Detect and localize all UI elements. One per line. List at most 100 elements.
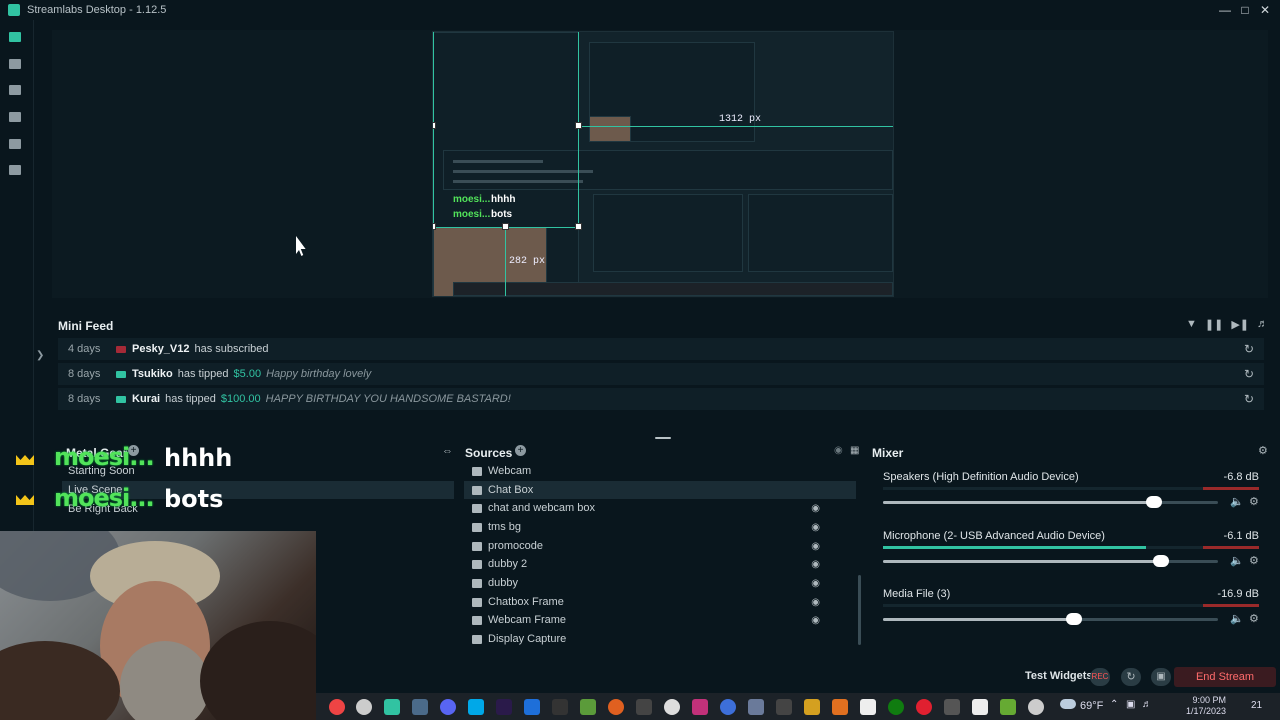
app-icon[interactable] [720, 699, 736, 715]
hidden-eye-icon[interactable]: ◉ [811, 541, 820, 552]
source-item[interactable]: Webcam [464, 462, 856, 480]
feed-action: has subscribed [194, 343, 269, 355]
skip-icon[interactable]: ▶❚ [1231, 318, 1249, 331]
sources-scrollbar[interactable] [858, 575, 861, 645]
source-item[interactable]: Display Capture [464, 630, 856, 648]
inner-chat-user: moesi... [453, 194, 491, 205]
taskbar-clock[interactable]: 9:00 PM 1/17/2023 [1164, 695, 1226, 717]
speaker-mute-icon[interactable]: 🔈 [1230, 612, 1244, 625]
webcam-icon [472, 466, 482, 476]
source-item[interactable]: tms bg ◉ [464, 518, 856, 536]
channel-settings-gear-icon[interactable]: ⚙ [1249, 554, 1259, 567]
close-icon[interactable]: ✕ [1257, 2, 1273, 18]
hide-all-icon[interactable]: ◉ [834, 445, 843, 456]
minimize-icon[interactable]: — [1217, 2, 1233, 18]
studio-mode-icon[interactable] [9, 85, 21, 95]
hidden-eye-icon[interactable]: ◉ [811, 578, 820, 589]
volume-tray-icon[interactable]: ♬ [1142, 699, 1152, 710]
app-icon[interactable] [860, 699, 876, 715]
hidden-eye-icon[interactable]: ◉ [811, 503, 820, 514]
app-icon[interactable] [804, 699, 820, 715]
volume-slider[interactable] [883, 496, 1218, 508]
settings-gear-icon[interactable] [1028, 699, 1044, 715]
tray-chevron-icon[interactable]: ⌃ [1110, 699, 1118, 710]
editor-icon[interactable] [9, 32, 21, 42]
speaker-mute-icon[interactable]: 🔈 [1230, 495, 1244, 508]
add-folder-icon[interactable]: ▦ [850, 445, 859, 456]
replay-icon[interactable]: ↻ [1244, 367, 1254, 381]
app-store-icon[interactable] [9, 139, 21, 149]
hidden-eye-icon[interactable]: ◉ [811, 522, 820, 533]
source-item[interactable]: dubby 2 ◉ [464, 555, 856, 573]
source-label: dubby 2 [488, 558, 528, 570]
hidden-eye-icon[interactable]: ◉ [811, 597, 820, 608]
weather-temperature[interactable]: 69°F [1080, 700, 1103, 712]
app-icon[interactable] [776, 699, 792, 715]
app-icon[interactable] [748, 699, 764, 715]
steam-icon[interactable] [412, 699, 428, 715]
app-icon[interactable] [692, 699, 708, 715]
replay-icon[interactable]: ↻ [1244, 342, 1254, 356]
malwarebytes-icon[interactable] [468, 699, 484, 715]
expand-chevron-icon[interactable]: ❯ [36, 350, 44, 361]
feed-item[interactable]: 8 days Kurai has tipped $100.00 HAPPY BI… [58, 388, 1264, 410]
source-item[interactable]: promocode ◉ [464, 537, 856, 555]
epic-games-icon[interactable] [552, 699, 568, 715]
pause-icon[interactable]: ❚❚ [1205, 318, 1223, 331]
test-widgets-button[interactable]: Test Widgets [1025, 670, 1093, 682]
volume-slider[interactable] [883, 613, 1218, 625]
feed-item[interactable]: 8 days Tsukiko has tipped $5.00 Happy bi… [58, 363, 1264, 385]
hidden-eye-icon[interactable]: ◉ [811, 615, 820, 626]
mixer-settings-gear-icon[interactable]: ⚙ [1258, 444, 1268, 457]
chrome-icon[interactable] [329, 699, 345, 715]
record-button[interactable]: REC [1090, 668, 1110, 686]
screenshot-icon[interactable]: ▣ [1151, 668, 1171, 686]
scene-transitions-icon[interactable]: ⇔ [442, 445, 453, 457]
opera-icon[interactable] [916, 699, 932, 715]
replay-icon[interactable]: ↻ [1244, 392, 1254, 406]
source-item[interactable]: Chatbox Frame ◉ [464, 593, 856, 611]
preview-display-capture[interactable]: 1312 px 282 px moesi... hhhh moesi... bo… [432, 31, 894, 297]
app-icon[interactable] [832, 699, 848, 715]
source-item[interactable]: Chat Box [464, 481, 856, 499]
mixer-panel: Mixer ⚙ Speakers (High Definition Audio … [866, 440, 1272, 652]
app-icon[interactable] [608, 699, 624, 715]
cloud-icon [1060, 699, 1076, 709]
source-item[interactable]: Webcam Frame ◉ [464, 611, 856, 629]
app-icon[interactable] [664, 699, 680, 715]
source-item[interactable]: dubby ◉ [464, 574, 856, 592]
replay-buffer-icon[interactable]: ↻ [1121, 668, 1141, 686]
network-icon[interactable]: ▣ [1126, 699, 1135, 710]
app-icon[interactable] [636, 699, 652, 715]
layout-icon[interactable] [9, 59, 21, 69]
xbox-icon[interactable] [888, 699, 904, 715]
app-icon[interactable] [944, 699, 960, 715]
channel-settings-gear-icon[interactable]: ⚙ [1249, 495, 1259, 508]
chat-message: bots [164, 485, 224, 513]
themes-icon[interactable] [9, 112, 21, 122]
minecraft-icon[interactable] [580, 699, 596, 715]
resize-handle[interactable] [655, 437, 671, 439]
premiere-icon[interactable] [496, 699, 512, 715]
channel-name: Microphone (2- USB Advanced Audio Device… [883, 530, 1105, 542]
end-stream-button[interactable]: End Stream [1174, 667, 1276, 687]
hidden-eye-icon[interactable]: ◉ [811, 559, 820, 570]
notification-count[interactable]: 21 [1251, 700, 1262, 711]
discord-icon[interactable] [440, 699, 456, 715]
feed-item[interactable]: 4 days Pesky_V12 has subscribed ↻ [58, 338, 1264, 360]
maximize-icon[interactable]: □ [1237, 2, 1253, 18]
volume-icon[interactable]: ♬ [1257, 318, 1268, 331]
filter-icon[interactable]: ▼ [1186, 318, 1197, 331]
source-item[interactable]: chat and webcam box ◉ [464, 499, 856, 517]
highlighter-icon[interactable] [9, 165, 21, 175]
obs-icon[interactable] [356, 699, 372, 715]
photoshop-icon[interactable] [524, 699, 540, 715]
image-icon [472, 522, 482, 532]
add-source-icon[interactable]: + [515, 445, 526, 456]
volume-slider[interactable] [883, 555, 1218, 567]
app-icon[interactable] [1000, 699, 1016, 715]
app-icon[interactable] [972, 699, 988, 715]
channel-settings-gear-icon[interactable]: ⚙ [1249, 612, 1259, 625]
speaker-mute-icon[interactable]: 🔈 [1230, 554, 1244, 567]
streamlabs-taskbar-icon[interactable] [384, 699, 400, 715]
